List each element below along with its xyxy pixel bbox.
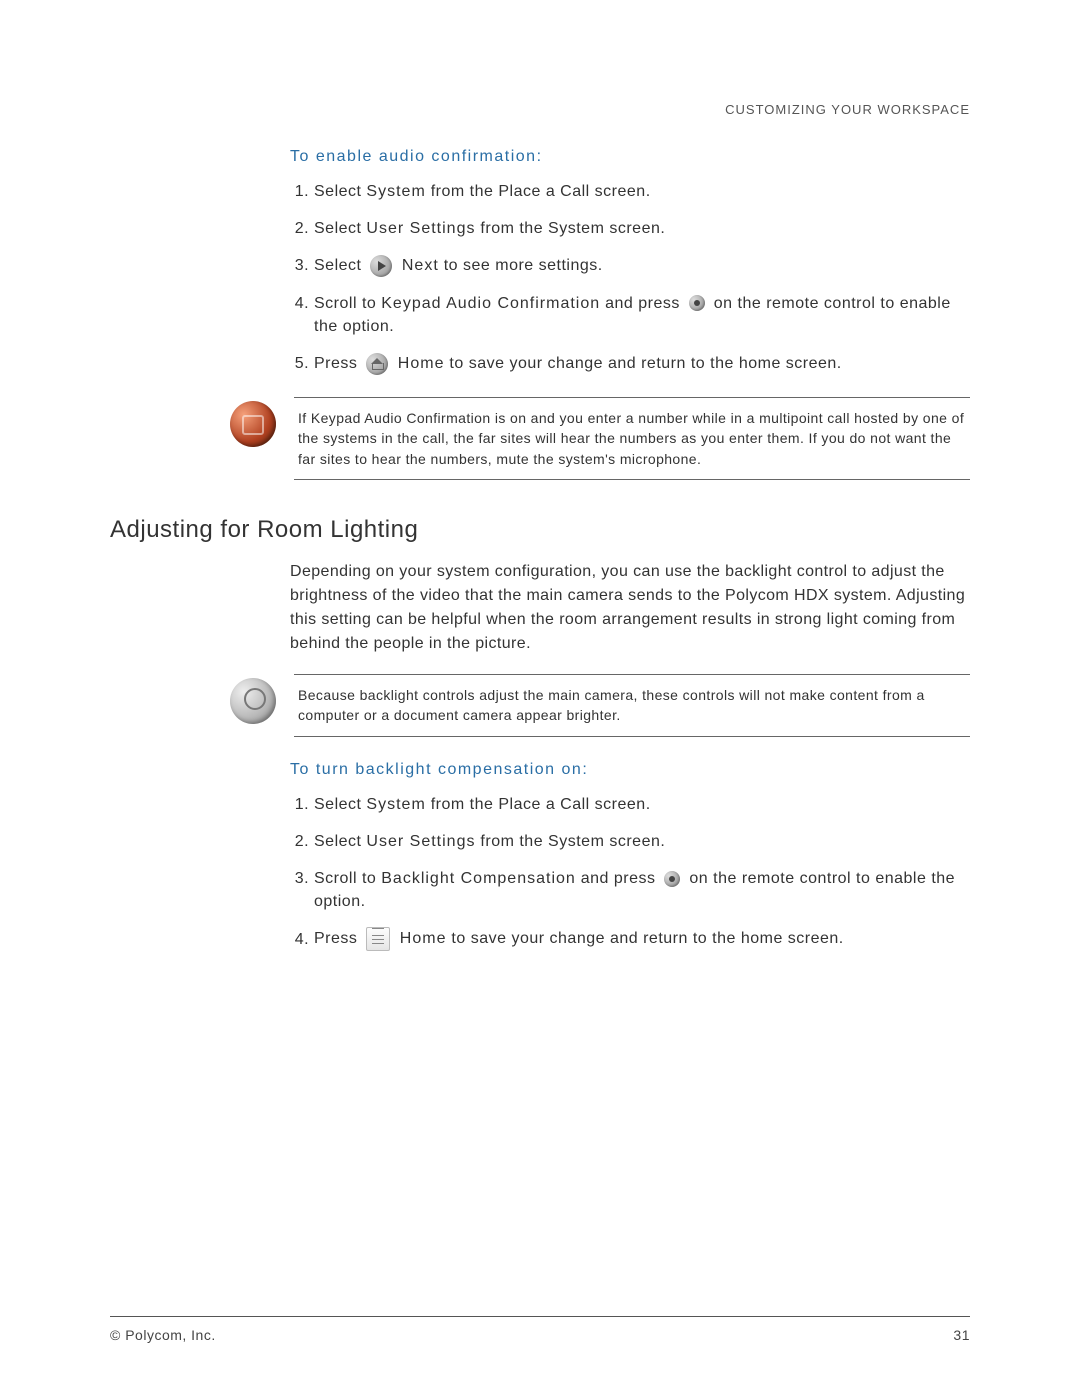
step: Scroll to Keypad Audio Confirmation and … — [314, 292, 970, 338]
paragraph: Depending on your system configuration, … — [290, 560, 970, 656]
steps-backlight: Select System from the Place a Call scre… — [290, 793, 970, 952]
page: CUSTOMIZING YOUR WORKSPACE To enable aud… — [0, 0, 1080, 1397]
info-note: Because backlight controls adjust the ma… — [230, 674, 970, 737]
step: Scroll to Backlight Compensation and pre… — [314, 867, 970, 913]
procedure-title-audio-confirmation: To enable audio confirmation: — [290, 148, 970, 166]
running-header: CUSTOMIZING YOUR WORKSPACE — [725, 102, 970, 117]
step: Select System from the Place a Call scre… — [314, 180, 970, 203]
step: Press Home to save your change and retur… — [314, 352, 970, 375]
steps-audio-confirmation: Select System from the Place a Call scre… — [290, 180, 970, 375]
step: Select Next to see more settings. — [314, 254, 970, 277]
step: Select System from the Place a Call scre… — [314, 793, 970, 816]
info-icon — [230, 678, 276, 724]
page-footer: © Polycom, Inc. 31 — [110, 1316, 970, 1343]
note-text: Because backlight controls adjust the ma… — [294, 674, 970, 737]
procedure-title-backlight: To turn backlight compensation on: — [290, 761, 970, 779]
select-dot-icon — [664, 871, 680, 887]
step: Press Home to save your change and retur… — [314, 927, 970, 951]
note-text: If Keypad Audio Confirmation is on and y… — [294, 397, 970, 480]
home-button-icon — [366, 353, 388, 375]
section-heading-room-lighting: Adjusting for Room Lighting — [110, 516, 970, 544]
warning-note: If Keypad Audio Confirmation is on and y… — [230, 397, 970, 480]
home-list-button-icon — [366, 927, 390, 951]
select-dot-icon — [689, 295, 705, 311]
step: Select User Settings from the System scr… — [314, 830, 970, 853]
page-number: 31 — [953, 1327, 970, 1343]
next-arrow-icon — [370, 255, 392, 277]
warning-icon — [230, 401, 276, 447]
step: Select User Settings from the System scr… — [314, 217, 970, 240]
footer-copyright: © Polycom, Inc. — [110, 1327, 216, 1343]
body-content: To enable audio confirmation: Select Sys… — [290, 148, 970, 951]
